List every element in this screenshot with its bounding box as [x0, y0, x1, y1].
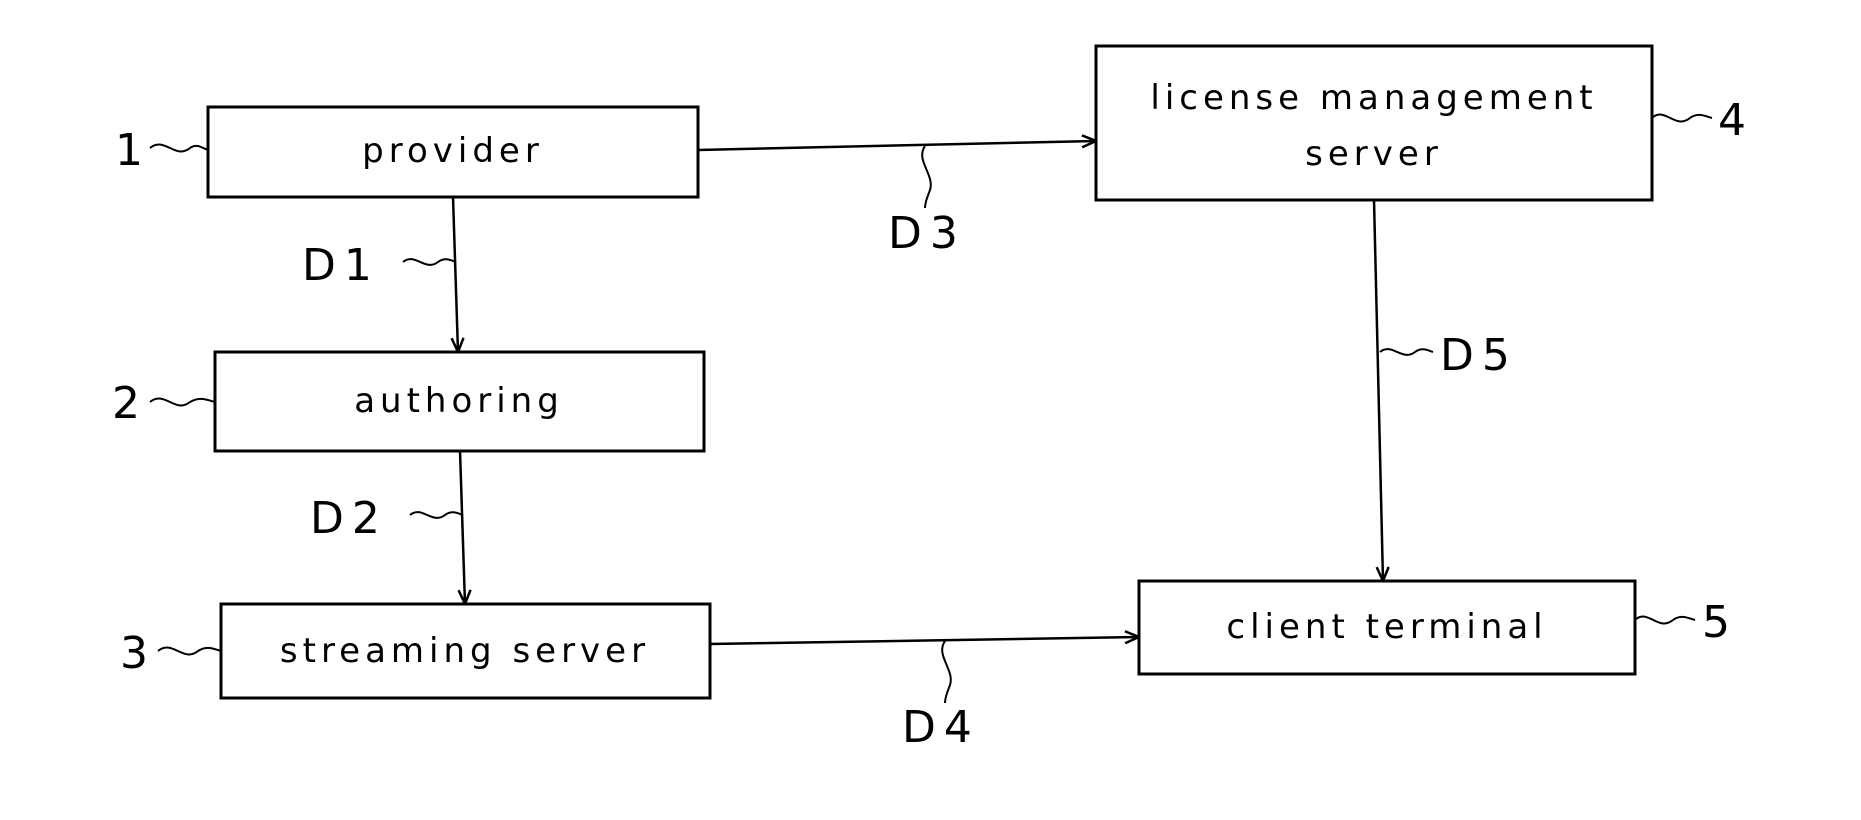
node-streaming-server: streaming server	[219, 602, 712, 700]
ref-number-1: 1	[115, 125, 143, 176]
ref-number-3: 3	[120, 628, 148, 679]
d5-leader	[1379, 348, 1434, 356]
edge-label-d5: D5	[1440, 330, 1518, 381]
authoring-label: authoring	[354, 381, 564, 421]
license-management-server-box	[1094, 44, 1654, 202]
edge-label-d1: D1	[302, 240, 380, 291]
edge-d3-arrow	[697, 141, 1096, 152]
ref3-leader	[157, 646, 222, 656]
node-client-terminal: client terminal	[1137, 579, 1637, 676]
edge-d5-arrow	[1372, 199, 1383, 581]
edge-d2-arrow	[460, 450, 465, 604]
node-provider: provider	[206, 105, 700, 199]
edge-label-d3: D3	[888, 208, 966, 259]
d3-leader	[921, 145, 932, 209]
ref-number-4: 4	[1718, 95, 1746, 146]
d2-leader	[409, 511, 464, 519]
node-license-management-server: license management server	[1094, 44, 1654, 202]
ref2-leader	[149, 397, 216, 407]
ref-number-5: 5	[1702, 597, 1730, 648]
edge-label-d4: D4	[902, 702, 980, 753]
block-diagram: provider authoring streaming server lice…	[112, 44, 1746, 753]
ref-number-2: 2	[112, 378, 140, 429]
d1-leader	[402, 258, 457, 266]
provider-label: provider	[362, 131, 544, 171]
streaming-server-label: streaming server	[280, 631, 650, 671]
edge-label-d2: D2	[310, 493, 388, 544]
edge-d1-arrow	[453, 196, 458, 352]
d4-leader	[941, 640, 952, 704]
ref4-leader	[1651, 113, 1713, 123]
client-terminal-label: client terminal	[1226, 607, 1547, 647]
ref5-leader	[1634, 615, 1696, 625]
license-management-server-label-line2: server	[1305, 134, 1443, 174]
license-management-server-label-line1: license management	[1150, 78, 1597, 118]
ref1-leader	[149, 143, 209, 153]
edge-d4-arrow	[709, 637, 1139, 646]
node-authoring: authoring	[213, 350, 706, 453]
